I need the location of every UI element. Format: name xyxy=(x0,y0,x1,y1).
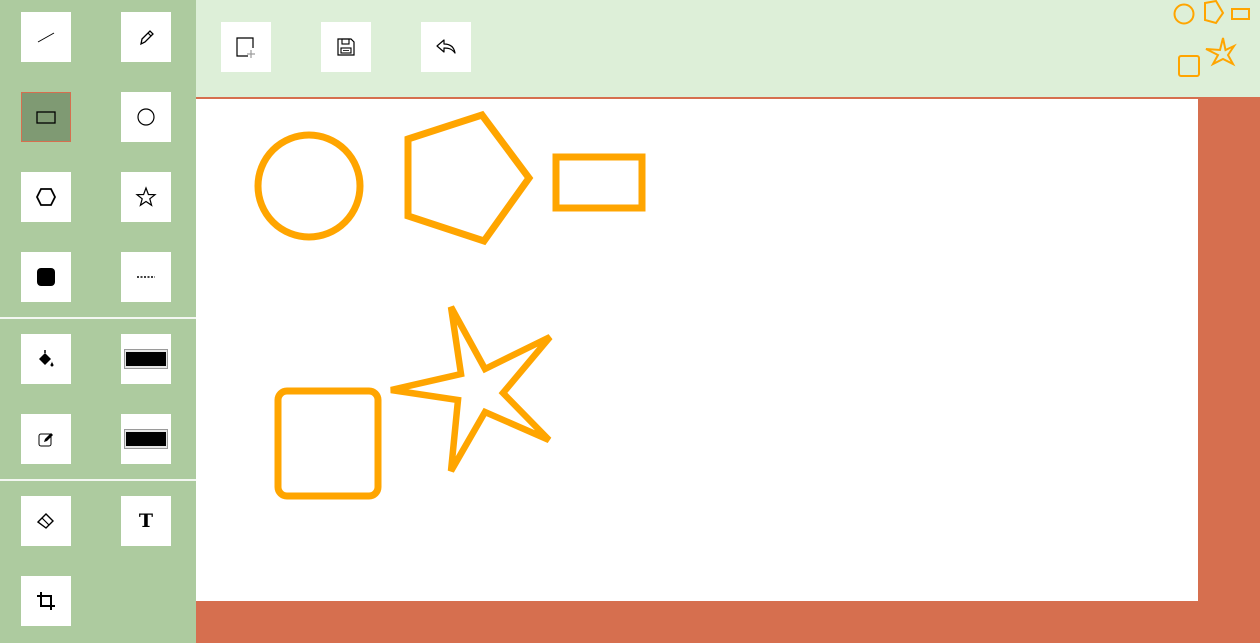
eraser-tool-button[interactable] xyxy=(21,496,71,546)
paint-bucket-icon xyxy=(39,350,54,367)
line-tool-button[interactable] xyxy=(21,12,71,62)
crop-icon xyxy=(37,592,55,610)
new-canvas-button[interactable] xyxy=(221,22,271,72)
circle-icon xyxy=(137,108,155,126)
save-icon xyxy=(337,38,355,56)
canvas-shape-circle[interactable] xyxy=(254,131,364,241)
text-tool-button[interactable]: T xyxy=(121,496,171,546)
canvas-shape-rectangle[interactable] xyxy=(552,153,646,212)
rectangle-icon xyxy=(36,111,56,124)
eraser-icon xyxy=(36,513,54,529)
hexagon-icon xyxy=(35,188,57,206)
canvas-drawing-layer xyxy=(254,110,646,500)
sidebar-divider xyxy=(0,317,196,319)
undo-icon xyxy=(436,39,456,54)
text-icon: T xyxy=(138,510,154,532)
line-icon xyxy=(37,32,55,43)
sidebar-divider xyxy=(0,479,196,481)
star-icon xyxy=(135,186,157,207)
dashed-line-tool-button[interactable] xyxy=(121,252,171,302)
drawing-canvas[interactable] xyxy=(196,99,1198,601)
fill-color-button[interactable] xyxy=(21,334,71,384)
edit-stroke-icon xyxy=(38,433,53,447)
top-toolbar xyxy=(196,0,1260,99)
canvas-shape-pentagon[interactable] xyxy=(404,110,534,246)
save-button[interactable] xyxy=(321,22,371,72)
hexagon-tool-button[interactable] xyxy=(21,172,71,222)
stroke-color-swatch[interactable] xyxy=(121,414,171,464)
circle-tool-button[interactable] xyxy=(121,92,171,142)
shapes-logo-icon xyxy=(1173,0,1250,77)
rounded-square-tool-button[interactable] xyxy=(21,252,71,302)
pencil-icon xyxy=(140,30,154,46)
rounded-square-icon xyxy=(37,268,55,286)
stroke-color-swatch-frame xyxy=(124,429,168,449)
star-tool-button[interactable] xyxy=(121,172,171,222)
new-canvas-icon xyxy=(236,37,255,58)
app-logo xyxy=(1170,0,1260,85)
stroke-color-swatch-color xyxy=(126,432,166,446)
pencil-tool-button[interactable] xyxy=(121,12,171,62)
fill-color-swatch-frame xyxy=(124,349,168,369)
tool-sidebar: T xyxy=(0,0,196,643)
stroke-color-button[interactable] xyxy=(21,414,71,464)
fill-color-swatch-color xyxy=(126,352,166,366)
canvas-shape-star[interactable] xyxy=(390,305,553,473)
rectangle-tool-button[interactable] xyxy=(21,92,71,142)
canvas-shape-rounded-square[interactable] xyxy=(274,387,382,500)
crop-tool-button[interactable] xyxy=(21,576,71,626)
undo-button[interactable] xyxy=(421,22,471,72)
dashed-line-icon xyxy=(137,276,155,278)
fill-color-swatch[interactable] xyxy=(121,334,171,384)
